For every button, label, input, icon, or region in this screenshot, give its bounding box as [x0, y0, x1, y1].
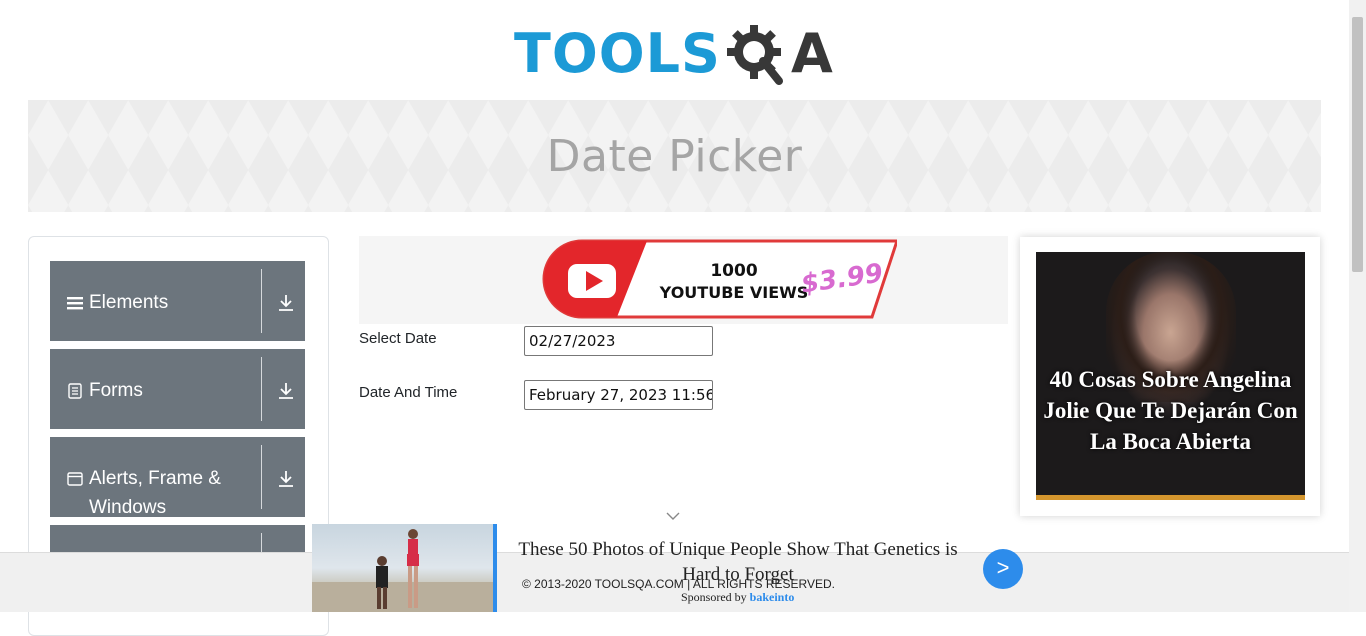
divider — [261, 445, 262, 509]
toolsqa-logo[interactable]: TOOLS A — [514, 16, 844, 92]
sidebar-group-alerts[interactable]: Alerts, Frame & Windows — [50, 437, 305, 518]
divider — [261, 357, 262, 421]
sponsored-prefix: Sponsored by — [681, 590, 747, 604]
logo-tools-text: TOOLS — [514, 22, 721, 85]
gear-magnifier-icon — [726, 25, 783, 85]
ad-product: YOUTUBE VIEWS — [659, 283, 809, 302]
select-date-label: Select Date — [359, 330, 437, 347]
divider — [261, 269, 262, 333]
scrollbar-thumb[interactable] — [1352, 17, 1363, 272]
window-icon — [67, 472, 83, 486]
download-arrow-icon[interactable] — [278, 294, 294, 312]
download-arrow-icon[interactable] — [278, 382, 294, 400]
ad-count: 1000 — [710, 261, 757, 281]
page-title: Date Picker — [546, 130, 803, 182]
select-date-input[interactable]: 02/27/2023 — [524, 326, 713, 356]
ad-portrait-image: 40 Cosas Sobre Angelina Jolie Que Te Dej… — [1036, 252, 1305, 496]
sidebar-group-label: Forms — [89, 380, 143, 401]
document-icon — [68, 383, 82, 399]
sponsored-by-text[interactable]: Sponsored by bakeinto — [681, 590, 794, 605]
sticky-ad-accent — [493, 524, 497, 612]
sidebar-group-forms[interactable]: Forms — [50, 349, 305, 429]
sidebar-group-elements[interactable]: Elements — [50, 261, 305, 341]
date-and-time-input[interactable]: February 27, 2023 11:56 AM — [524, 380, 713, 410]
page-header-banner: Date Picker — [28, 100, 1321, 212]
vertical-scrollbar[interactable] — [1349, 0, 1366, 612]
sticky-ad-next-button[interactable]: > — [983, 549, 1023, 589]
sidebar-group-label: Elements — [89, 292, 169, 313]
youtube-views-ad[interactable]: 1000 YOUTUBE VIEWS $3.99 — [359, 236, 1008, 324]
youtube-ad-graphic: 1000 YOUTUBE VIEWS $3.99 — [542, 239, 897, 319]
sticky-ad-image — [312, 524, 493, 612]
sticky-ad-headline: These 50 Photos of Unique People Show Th… — [518, 539, 958, 585]
logo-qa-text: A — [790, 22, 833, 85]
sticky-bottom-ad[interactable]: These 50 Photos of Unique People Show Th… — [312, 524, 1026, 612]
date-and-time-label: Date And Time — [359, 384, 458, 401]
sidebar-group-label: Alerts, Frame & Windows — [89, 468, 221, 518]
hamburger-icon — [67, 297, 83, 310]
right-side-ad[interactable]: 40 Cosas Sobre Angelina Jolie Que Te Dej… — [1020, 237, 1320, 516]
chevron-down-icon[interactable] — [666, 511, 680, 521]
sponsor-name[interactable]: bakeinto — [750, 590, 795, 604]
right-ad-caption: 40 Cosas Sobre Angelina Jolie Que Te Dej… — [1043, 367, 1298, 454]
download-arrow-icon[interactable] — [278, 470, 294, 488]
beach-couple-illustration — [312, 529, 493, 612]
right-ad-accent-bar — [1036, 495, 1305, 500]
